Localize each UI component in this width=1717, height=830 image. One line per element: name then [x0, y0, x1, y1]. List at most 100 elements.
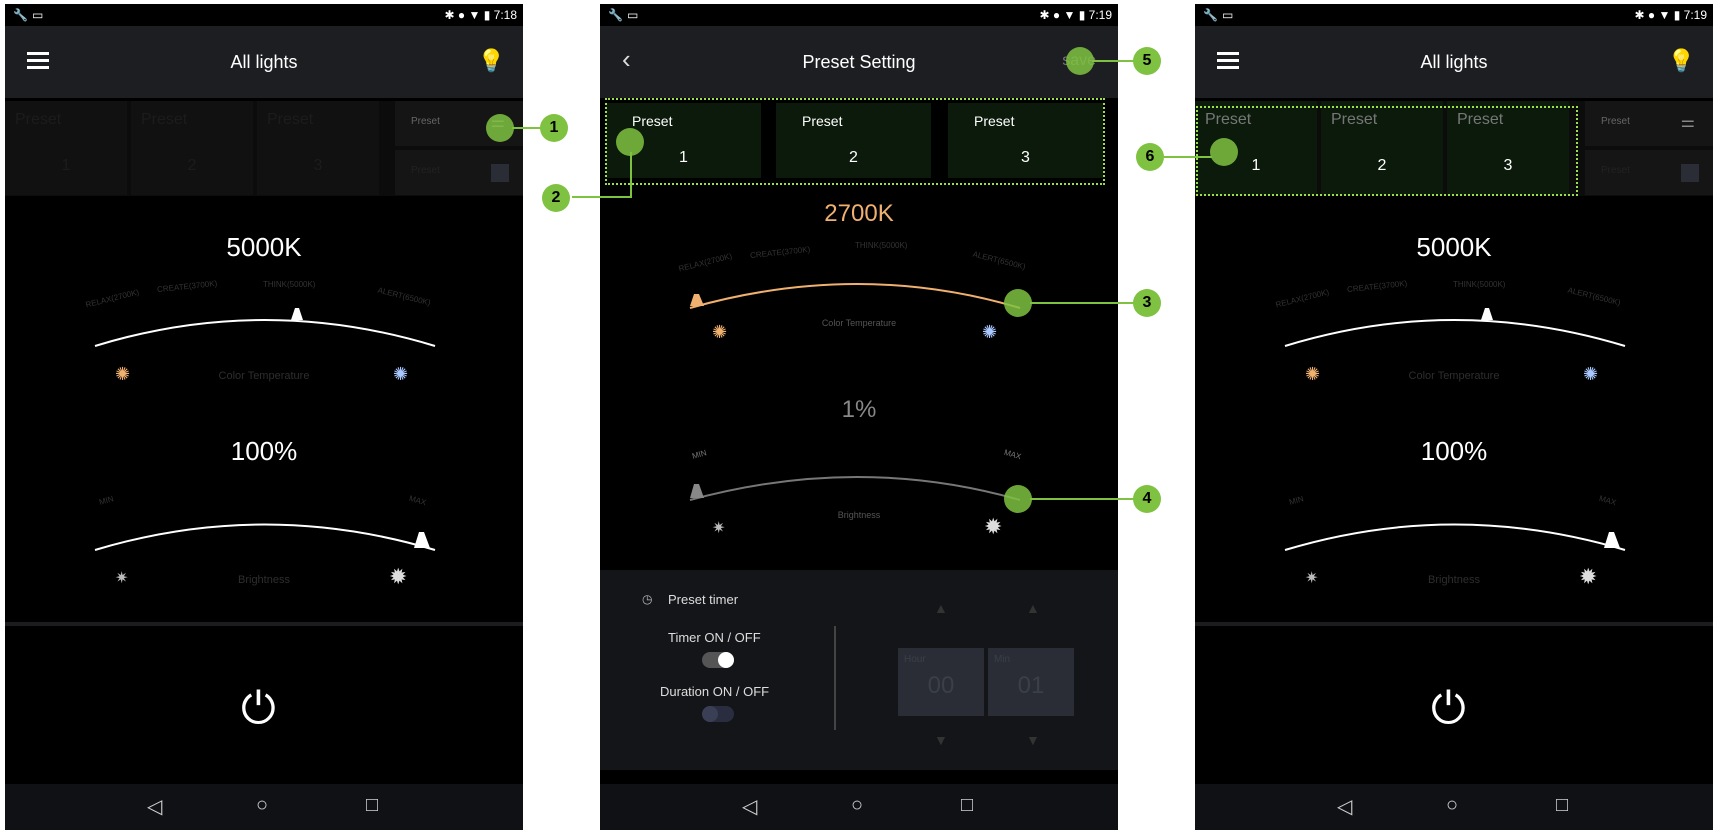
- annotation-line: [1092, 60, 1134, 62]
- brightness-slider[interactable]: [600, 464, 1118, 514]
- annotation-marker-4: [1004, 485, 1032, 513]
- annotation-line: [630, 152, 632, 196]
- timer-toggle[interactable]: [702, 652, 734, 668]
- brightness-slider[interactable]: [5, 504, 523, 554]
- brightness-label: Brightness: [238, 574, 290, 586]
- bulb-icon[interactable]: 💡: [478, 48, 505, 74]
- color-temperature-thumb: [291, 308, 303, 320]
- annotation-marker-5: [1066, 47, 1094, 75]
- back-nav-icon[interactable]: ◁: [147, 794, 162, 819]
- color-temperature-thumb: [690, 294, 704, 306]
- preset-settings-button[interactable]: Preset ⚌: [1585, 101, 1713, 146]
- color-temperature-slider[interactable]: [600, 270, 1118, 320]
- app-bar: All lights 💡: [1195, 26, 1713, 98]
- annotation-marker-6: [1210, 138, 1238, 166]
- ct-mark-think: THINK(5000K): [1453, 280, 1506, 289]
- brightness-label: Brightness: [1428, 574, 1480, 586]
- preset-settings-label: Preset: [1601, 116, 1630, 127]
- recents-nav-icon[interactable]: □: [1556, 794, 1568, 817]
- preset-checkbox[interactable]: [491, 164, 509, 182]
- preset-checkbox[interactable]: [1681, 164, 1699, 182]
- preset-row-highlight: [605, 98, 1105, 185]
- preset-button-3[interactable]: Preset 3: [257, 101, 379, 195]
- home-nav-icon[interactable]: ○: [256, 794, 268, 817]
- brightness-value: 100%: [1420, 436, 1488, 466]
- minute-down-icon[interactable]: ▼: [1026, 732, 1040, 748]
- color-temperature-value: 2700K: [824, 200, 894, 227]
- hour-label: Hour: [904, 654, 926, 665]
- page-title: All lights: [230, 52, 298, 72]
- status-bar: 🔧▭ ✱ ● ▼ ▮ 7:18: [5, 4, 523, 26]
- preset-number: 2: [187, 157, 197, 174]
- hour-value: 00: [927, 672, 955, 699]
- preset-label: Preset: [15, 111, 62, 128]
- back-nav-icon[interactable]: ◁: [742, 794, 757, 819]
- preset-button-1[interactable]: Preset 1: [5, 101, 127, 195]
- brightness-thumb: [1604, 532, 1620, 548]
- status-time-text: 7:19: [1088, 8, 1112, 22]
- duration-toggle[interactable]: [702, 706, 734, 722]
- brightness-thumb: [414, 532, 430, 548]
- preset-label: Preset: [141, 111, 188, 128]
- preset-row-highlight: [1196, 106, 1578, 196]
- annotation-badge-1: 1: [540, 114, 568, 142]
- power-icon[interactable]: ⏻: [241, 684, 276, 734]
- preset-toggle-cell[interactable]: Preset: [395, 150, 523, 195]
- color-temperature-value: 5000K: [226, 232, 302, 262]
- color-temperature-slider[interactable]: [5, 304, 523, 354]
- power-icon[interactable]: ⏻: [1431, 684, 1466, 734]
- annotation-line: [1030, 302, 1134, 304]
- preset-toggle-label: Preset: [411, 165, 440, 176]
- preset-number: 1: [61, 157, 71, 174]
- brightness-thumb: [690, 484, 704, 498]
- color-temperature-label: Color Temperature: [218, 370, 310, 382]
- bulb-icon[interactable]: 💡: [1668, 48, 1695, 74]
- status-bar: 🔧▭ ✱ ● ▼ ▮ 7:19: [1195, 4, 1713, 26]
- color-temperature-label: Color Temperature: [821, 318, 897, 328]
- recents-nav-icon[interactable]: □: [366, 794, 378, 817]
- hour-picker[interactable]: Hour 00: [898, 648, 984, 716]
- hour-up-icon[interactable]: ▲: [934, 600, 948, 616]
- phone-all-lights-1: 🔧▭ ✱ ● ▼ ▮ 7:18 All lights 💡 Preset 1 Pre…: [5, 4, 523, 830]
- minute-up-icon[interactable]: ▲: [1026, 600, 1040, 616]
- color-temperature-label: Color Temperature: [1408, 370, 1500, 382]
- status-time: ✱ ● ▼ ▮ 7:18: [445, 8, 517, 22]
- android-nav-bar: ◁ ○ □: [600, 784, 1118, 830]
- annotation-line: [512, 127, 542, 129]
- hour-down-icon[interactable]: ▼: [934, 732, 948, 748]
- divider: [834, 626, 836, 730]
- preset-timer-panel: ◷ Preset timer Timer ON / OFF Duration O…: [600, 570, 1118, 770]
- preset-settings-label: Preset: [411, 116, 440, 127]
- page-title: All lights: [1420, 52, 1488, 72]
- status-time: ✱ ● ▼ ▮ 7:19: [1040, 8, 1112, 22]
- status-time-text: 7:19: [1683, 8, 1707, 22]
- ct-mark-think: THINK(5000K): [855, 241, 908, 250]
- status-icons-left: 🔧▭: [1203, 8, 1238, 22]
- low-brightness-icon: ✷: [712, 520, 726, 537]
- color-temperature-slider[interactable]: [1195, 304, 1713, 354]
- preset-button-2[interactable]: Preset 2: [131, 101, 253, 195]
- minute-picker[interactable]: Min 01: [988, 648, 1074, 716]
- divider: [1195, 622, 1713, 626]
- brightness-slider[interactable]: [1195, 504, 1713, 554]
- android-nav-bar: ◁ ○ □: [5, 784, 523, 830]
- back-nav-icon[interactable]: ◁: [1337, 794, 1352, 819]
- annotation-badge-5: 5: [1133, 47, 1161, 75]
- clock-icon: ◷: [642, 592, 653, 606]
- home-nav-icon[interactable]: ○: [1446, 794, 1458, 817]
- preset-toggle-cell[interactable]: Preset: [1585, 150, 1713, 195]
- sliders-icon: ⚌: [1680, 114, 1695, 131]
- recents-nav-icon[interactable]: □: [961, 794, 973, 817]
- app-bar: ‹ Preset Setting save: [600, 26, 1118, 98]
- preset-number: 3: [313, 157, 323, 174]
- brightness-label: Brightness: [837, 510, 881, 520]
- status-icons-right: ✱ ● ▼ ▮: [1039, 8, 1089, 22]
- annotation-marker-1: [486, 114, 514, 142]
- minute-value: 01: [1017, 672, 1045, 699]
- app-bar: All lights 💡: [5, 26, 523, 98]
- home-nav-icon[interactable]: ○: [851, 794, 863, 817]
- annotation-marker-3: [1004, 289, 1032, 317]
- status-icons-left: 🔧▭: [13, 8, 48, 22]
- divider: [5, 622, 523, 626]
- min-label: MIN: [691, 448, 708, 461]
